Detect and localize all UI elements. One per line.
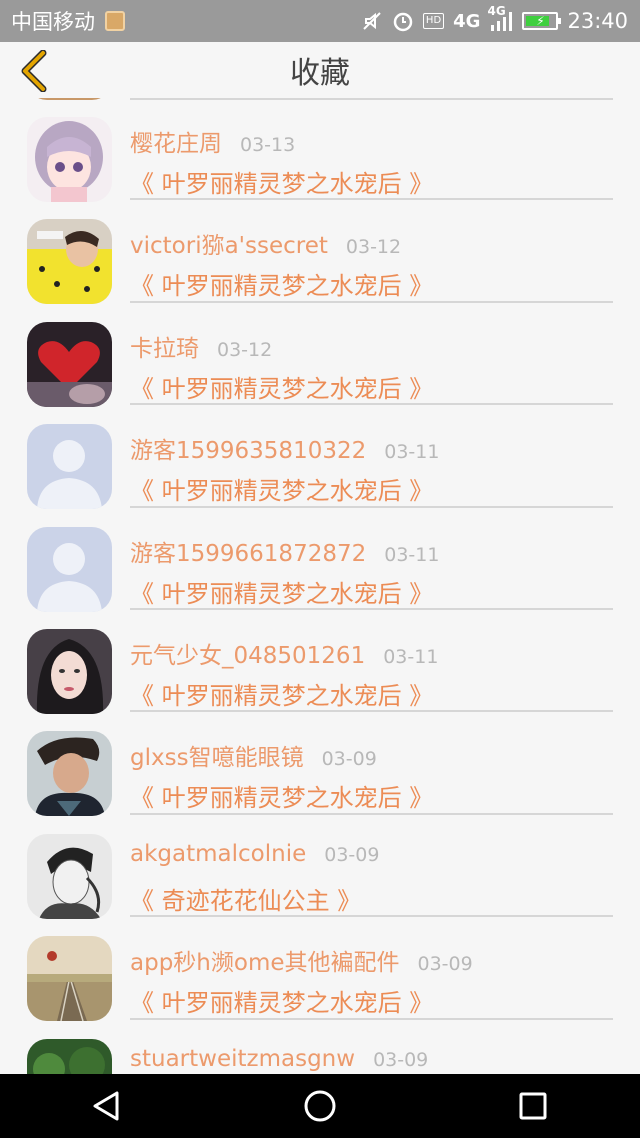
item-info: 卡拉琦 03-12 《 叶罗丽精灵梦之水宠后 》 — [130, 303, 613, 406]
gallery-icon — [105, 11, 125, 31]
back-chevron-icon — [21, 50, 47, 92]
navigation-bar — [0, 1074, 640, 1138]
book-title-link[interactable]: 《 叶罗丽精灵梦之水宠后 》 — [130, 266, 433, 301]
page-title: 收藏 — [290, 56, 350, 91]
hd-icon: HD — [422, 13, 445, 29]
nav-back-button[interactable] — [67, 1074, 147, 1138]
favorite-date: 03-11 — [384, 441, 440, 464]
nav-recents-button[interactable] — [493, 1074, 573, 1138]
4g-signal-icon: 4G — [453, 10, 481, 32]
favorite-date: 03-12 — [345, 236, 402, 259]
book-title-link[interactable]: 《 叶罗丽精灵梦之水宠后 》 — [130, 369, 433, 404]
list-item[interactable]: 卡拉琦 03-12 《 叶罗丽精灵梦之水宠后 》 — [0, 303, 640, 407]
book-title-link[interactable]: 《 叶罗丽精灵梦之水宠后 》 — [130, 676, 433, 711]
recents-square-icon — [519, 1092, 547, 1120]
item-info: 元气少女_048501261 03-11 《 叶罗丽精灵梦之水宠后 》 — [130, 610, 613, 713]
book-title-link[interactable]: 《 叶罗丽精灵梦之水宠后 》 — [130, 164, 433, 199]
book-title-link[interactable]: 《 奇迹花花仙公主 》 — [130, 881, 361, 916]
list-item[interactable]: akgatmalcolnie 03-09 《 奇迹花花仙公主 》 — [0, 815, 640, 919]
book-title-link[interactable]: 《 叶罗丽精灵梦之水宠后 》 — [130, 778, 433, 813]
anime-girl-avatar[interactable] — [27, 117, 112, 202]
book-title-link[interactable]: 《 叶罗丽精灵梦之水宠后 》 — [130, 574, 433, 609]
username[interactable]: akgatmalcolnie — [130, 841, 306, 867]
railway-avatar[interactable] — [27, 936, 112, 1022]
book-title-link[interactable]: 《 叶罗丽精灵梦之水宠后 》 — [130, 983, 433, 1018]
list-item[interactable]: victori猕a'ssecret 03-12 《 叶罗丽精灵梦之水宠后 》 — [0, 200, 640, 305]
favorite-date: 03-09 — [373, 1048, 429, 1071]
nav-home-button[interactable] — [280, 1074, 360, 1138]
favorite-date: 03-11 — [383, 645, 439, 668]
item-info: 樱花庄周 03-13 《 叶罗丽精灵梦之水宠后 》 — [130, 98, 613, 201]
title-bar: 收藏 — [0, 42, 640, 98]
battery-charging-icon: ⚡ — [522, 12, 562, 30]
sketch-portrait-avatar[interactable] — [27, 833, 112, 919]
list-item[interactable]: glxss智噫能眼镜 03-09 《 叶罗丽精灵梦之水宠后 》 — [0, 712, 640, 817]
username[interactable]: 樱花庄周 — [130, 124, 222, 158]
favorite-date: 03-09 — [417, 953, 473, 976]
status-bar: 中国移动 HD 4G 4G ⚡ 23:40 — [0, 0, 640, 42]
red-heart-avatar[interactable] — [27, 321, 112, 407]
girl-portrait-avatar[interactable] — [27, 628, 112, 714]
alarm-icon — [392, 10, 414, 32]
list-item[interactable]: stuartweitzmasgnw 03-09 — [0, 1020, 640, 1074]
item-info: glxss智噫能眼镜 03-09 《 叶罗丽精灵梦之水宠后 》 — [130, 712, 613, 815]
default-user-avatar[interactable] — [27, 526, 112, 612]
item-info: stuartweitzmasgnw 03-09 — [130, 1020, 613, 1074]
list-item[interactable]: 元气少女_048501261 03-11 《 叶罗丽精灵梦之水宠后 》 — [0, 610, 640, 714]
default-user-avatar[interactable] — [27, 424, 112, 510]
favorite-date: 03-12 — [217, 338, 273, 361]
username[interactable]: app秒h濒ome其他褊配件 — [130, 943, 400, 977]
favorite-date: 03-13 — [240, 134, 296, 156]
item-info: victori猕a'ssecret 03-12 《 叶罗丽精灵梦之水宠后 》 — [130, 200, 613, 303]
item-info: 游客1599635810322 03-11 《 叶罗丽精灵梦之水宠后 》 — [130, 405, 613, 508]
signal-bars-icon: 4G — [487, 4, 513, 32]
back-button[interactable] — [12, 50, 56, 92]
list-item[interactable]: 樱花庄周 03-13 《 叶罗丽精灵梦之水宠后 》 — [0, 98, 640, 202]
mute-icon — [361, 10, 383, 32]
item-info: app秒h濒ome其他褊配件 03-09 《 叶罗丽精灵梦之水宠后 》 — [130, 917, 613, 1020]
item-info: akgatmalcolnie 03-09 《 奇迹花花仙公主 》 — [130, 815, 613, 918]
clock-time: 23:40 — [567, 9, 628, 33]
favorite-date: 03-11 — [384, 543, 440, 566]
home-circle-icon — [304, 1090, 336, 1122]
green-nature-avatar[interactable] — [27, 1038, 112, 1074]
man-portrait-avatar[interactable] — [27, 731, 112, 817]
list-item[interactable]: 游客1599635810322 03-11 《 叶罗丽精灵梦之水宠后 》 — [0, 405, 640, 510]
username[interactable]: 游客1599635810322 — [130, 431, 366, 465]
list-item[interactable]: app秒h濒ome其他褊配件 03-09 《 叶罗丽精灵梦之水宠后 》 — [0, 917, 640, 1022]
username[interactable]: 游客1599661872872 — [130, 534, 366, 568]
carrier-label: 中国移动 — [11, 10, 95, 34]
username[interactable]: 元气少女_048501261 — [130, 636, 365, 670]
username[interactable]: victori猕a'ssecret — [130, 226, 328, 260]
favorites-list: 樱花庄周 03-13 《 叶罗丽精灵梦之水宠后 》 victori猕a'ssecret… — [0, 98, 640, 1074]
item-info: 游客1599661872872 03-11 《 叶罗丽精灵梦之水宠后 》 — [130, 508, 613, 610]
favorite-date: 03-09 — [321, 748, 377, 771]
book-title-link[interactable]: 《 叶罗丽精灵梦之水宠后 》 — [130, 471, 433, 506]
yellow-jacket-avatar[interactable] — [27, 219, 112, 305]
list-item[interactable]: 游客1599661872872 03-11 《 叶罗丽精灵梦之水宠后 》 — [0, 508, 640, 612]
favorite-date: 03-09 — [324, 843, 380, 866]
username[interactable]: 卡拉琦 — [130, 329, 199, 363]
username[interactable]: stuartweitzmasgnw — [130, 1046, 355, 1072]
username[interactable]: glxss智噫能眼镜 — [130, 738, 304, 772]
back-triangle-icon — [93, 1091, 119, 1121]
